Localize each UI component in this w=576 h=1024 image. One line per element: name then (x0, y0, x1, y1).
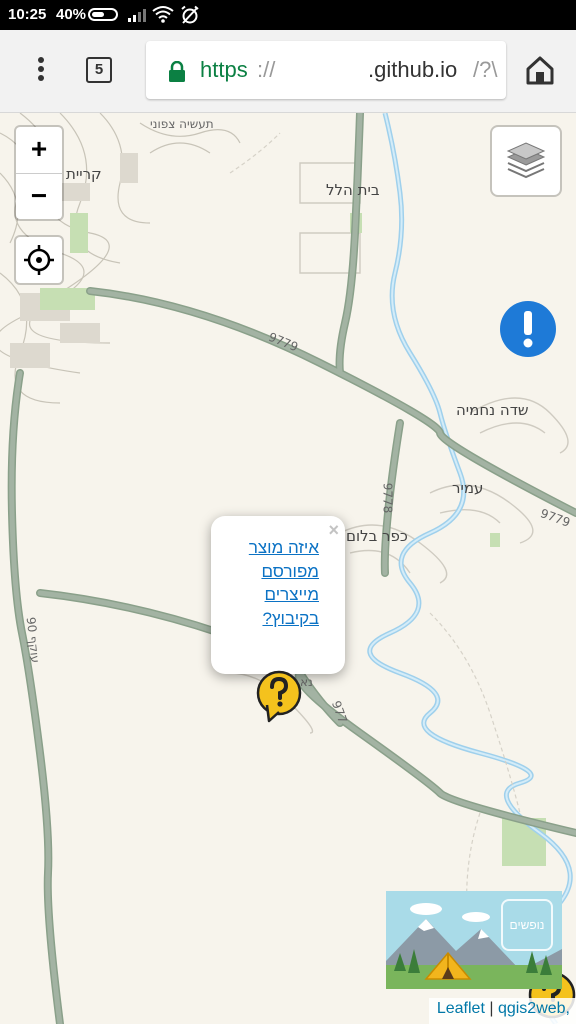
alarm-off-icon (181, 5, 199, 24)
crosshair-icon (24, 245, 54, 275)
locate-button[interactable] (16, 237, 62, 283)
layers-button[interactable] (492, 127, 560, 195)
attribution-separator: | (484, 1000, 498, 1017)
label-amir: עמיר (452, 479, 484, 497)
more-options-button[interactable] (26, 54, 56, 88)
question-marker-icon[interactable] (255, 669, 303, 725)
exclamation-icon (523, 311, 533, 348)
address-bar[interactable]: https :// .github.io /?\ (146, 41, 506, 99)
popup-question-link[interactable]: איזה מוצר מפורסם מייצרים בקיבוץ? (237, 536, 319, 630)
signal-icon (128, 9, 146, 22)
label-road-9778: 9778 (380, 482, 395, 514)
qgis2web-link[interactable]: qgis2web, (498, 1000, 570, 1017)
layers-icon (506, 142, 546, 179)
url-separator: :// (257, 57, 276, 82)
url-host: .github.io (368, 57, 458, 82)
label-kfar-blum: כפר בלום (346, 527, 408, 545)
status-bar: 10:25 40% (0, 0, 576, 30)
browser-toolbar: 5 https :// .github.io /?\ (0, 30, 576, 113)
map-view[interactable]: תעשיה צפוני קריית בית הלל שדה נחמיה עמיר… (0, 113, 576, 1024)
battery-percent: 40% (56, 6, 87, 23)
popup-close-button[interactable]: × (328, 520, 339, 541)
lock-icon (169, 61, 185, 82)
wifi-icon (152, 6, 174, 23)
battery-icon (88, 8, 118, 21)
label-sde-nehemia: שדה נחמיה (456, 401, 529, 419)
home-icon[interactable] (524, 55, 556, 85)
label-industrial-north: תעשיה צפוני (150, 117, 214, 131)
zoom-out-button[interactable]: − (16, 174, 62, 220)
url-scheme: https (200, 57, 248, 82)
info-button[interactable] (500, 301, 556, 357)
camping-thumbnail[interactable]: נופשים (386, 891, 562, 989)
map-attribution: Leaflet | qgis2web, (428, 998, 576, 1024)
leaflet-link[interactable]: Leaflet (437, 1000, 485, 1017)
tab-switcher-button[interactable]: 5 (86, 57, 112, 83)
zoom-control: + − (16, 127, 62, 219)
status-time: 10:25 (8, 6, 47, 23)
thumbnail-logo: נופשים (501, 899, 553, 951)
label-beit-hillel: בית הלל (326, 181, 380, 199)
url-path: /?\ (473, 57, 498, 82)
marker-popup: × איזה מוצר מפורסם מייצרים בקיבוץ? (211, 516, 345, 684)
label-town: קריית (66, 165, 102, 183)
zoom-in-button[interactable]: + (16, 127, 62, 174)
